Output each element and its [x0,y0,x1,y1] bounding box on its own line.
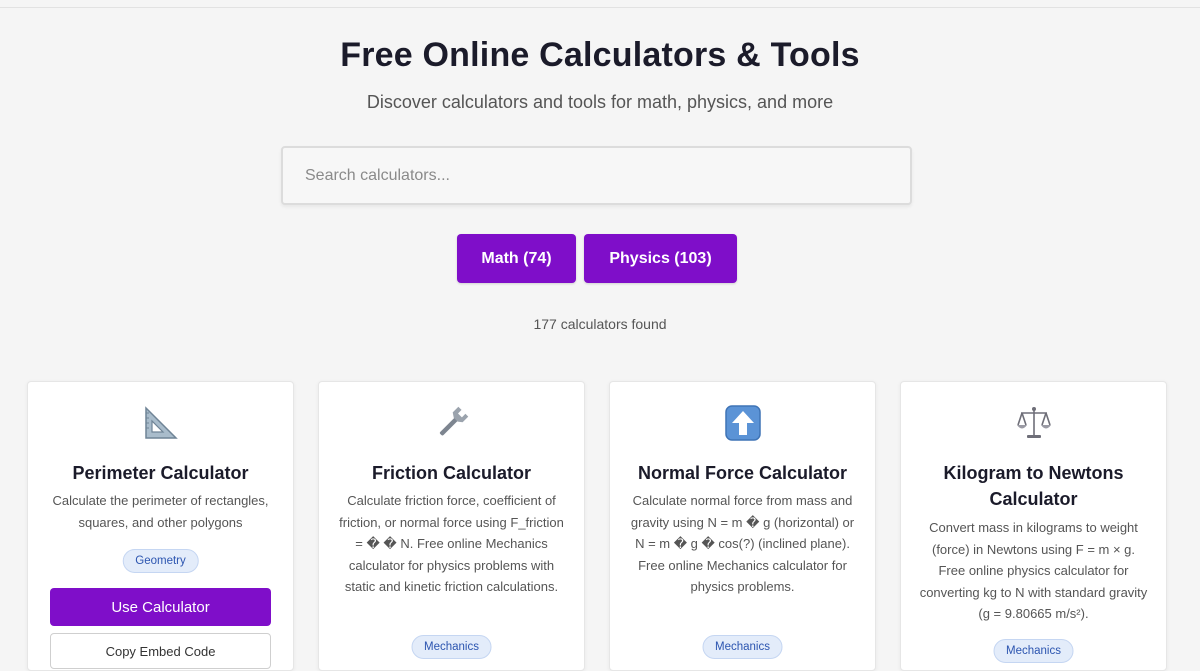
calculator-card-friction[interactable]: Friction Calculator Calculate friction f… [318,381,585,671]
card-description: Calculate normal force from mass and gra… [630,493,855,594]
scales-icon [901,404,1166,442]
category-tag: Geometry [122,549,199,573]
card-title: Kilogram to Newtons Calculator [943,463,1124,509]
card-description: Calculate the perimeter of rectangles, s… [52,493,269,530]
category-physics-button[interactable]: Physics (103) [584,234,737,283]
top-divider [0,7,1200,8]
page-title: Free Online Calculators & Tools [340,36,860,74]
wrench-icon [319,404,584,442]
category-tag: Mechanics [993,639,1074,663]
copy-embed-code-button[interactable]: Copy Embed Code [50,633,271,669]
card-description: Calculate friction force, coefficient of… [339,493,564,594]
results-count: 177 calculators found [533,316,667,332]
set-square-icon [28,404,293,442]
card-title: Friction Calculator [371,463,532,483]
calculator-card-kg-to-newtons[interactable]: Kilogram to Newtons Calculator Convert m… [900,381,1167,671]
use-calculator-button[interactable]: Use Calculator [50,588,271,626]
card-title: Normal Force Calculator [637,463,848,483]
card-title: Perimeter Calculator [72,463,249,483]
calculator-card-perimeter[interactable]: Perimeter Calculator Calculate the perim… [27,381,294,671]
calculator-card-normal-force[interactable]: Normal Force Calculator Calculate normal… [609,381,876,671]
card-description: Convert mass in kilograms to weight (for… [919,520,1148,621]
search-input[interactable] [283,148,910,203]
category-math-button[interactable]: Math (74) [457,234,576,283]
page-subtitle: Discover calculators and tools for math,… [366,92,834,112]
up-arrow-icon [610,404,875,442]
category-tag: Mechanics [411,635,492,659]
category-tag: Mechanics [702,635,783,659]
search-box [281,146,912,205]
